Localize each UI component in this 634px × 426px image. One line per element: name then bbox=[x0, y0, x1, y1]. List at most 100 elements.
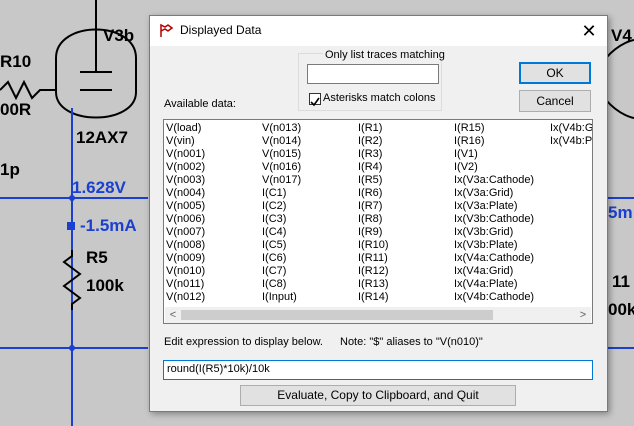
evaluate-button[interactable]: Evaluate, Copy to Clipboard, and Quit bbox=[240, 385, 516, 406]
tube-label-v3b: V3b bbox=[103, 26, 135, 45]
trace-item[interactable]: Ix(V3a:Cathode) bbox=[454, 174, 534, 187]
cancel-button[interactable]: Cancel bbox=[519, 90, 591, 112]
trace-item[interactable]: V(load) bbox=[166, 122, 205, 135]
trace-item[interactable]: I(Input) bbox=[262, 291, 301, 304]
trace-item[interactable]: V(n010) bbox=[166, 265, 205, 278]
trace-item[interactable]: V(n015) bbox=[262, 148, 301, 161]
trace-item[interactable]: V(n014) bbox=[262, 135, 301, 148]
traces-column-5: Ix(V4b:G Ix(V4b:Pl bbox=[550, 122, 592, 148]
capacitor-label: 1p bbox=[0, 160, 20, 179]
traces-column-1: V(load) V(vin) V(n001) V(n002) V(n003) V… bbox=[166, 122, 205, 304]
trace-item[interactable]: I(C4) bbox=[262, 226, 301, 239]
trace-item[interactable]: I(V1) bbox=[454, 148, 534, 161]
trace-item[interactable]: V(vin) bbox=[166, 135, 205, 148]
trace-item[interactable]: Ix(V3b:Cathode) bbox=[454, 213, 534, 226]
trace-item[interactable]: V(n013) bbox=[262, 122, 301, 135]
branch-current-label: -1.5mA bbox=[80, 216, 137, 235]
trace-item[interactable]: I(R14) bbox=[358, 291, 389, 304]
trace-item[interactable]: I(R5) bbox=[358, 174, 389, 187]
trace-item[interactable]: I(R9) bbox=[358, 226, 389, 239]
trace-item[interactable]: Ix(V4b:Pl bbox=[550, 135, 592, 148]
checkmark-icon bbox=[310, 97, 320, 107]
scroll-left-icon[interactable]: < bbox=[165, 307, 181, 323]
trace-item[interactable]: V(n009) bbox=[166, 252, 205, 265]
resistor-r10 bbox=[0, 79, 56, 101]
trace-item[interactable]: I(R4) bbox=[358, 161, 389, 174]
trace-item[interactable]: I(R12) bbox=[358, 265, 389, 278]
trace-item[interactable]: V(n017) bbox=[262, 174, 301, 187]
trace-item[interactable]: I(R1) bbox=[358, 122, 389, 135]
trace-item[interactable]: I(R10) bbox=[358, 239, 389, 252]
trace-item[interactable]: I(R15) bbox=[454, 122, 534, 135]
filter-input[interactable] bbox=[307, 64, 439, 84]
node-voltage-label: 1.628V bbox=[72, 178, 126, 197]
traces-list[interactable]: V(load) V(vin) V(n001) V(n002) V(n003) V… bbox=[163, 119, 593, 324]
right-resistor-value: 00k bbox=[608, 300, 634, 319]
trace-item[interactable]: I(R6) bbox=[358, 187, 389, 200]
trace-item[interactable]: Ix(V4a:Plate) bbox=[454, 278, 534, 291]
resistor-label-r5: R5 bbox=[86, 248, 108, 267]
tube-label-v4: V4 bbox=[611, 26, 632, 45]
traces-column-4: I(R15) I(R16) I(V1) I(V2) Ix(V3a:Cathode… bbox=[454, 122, 534, 304]
close-button[interactable]: ✕ bbox=[576, 20, 602, 42]
trace-item[interactable]: I(C1) bbox=[262, 187, 301, 200]
trace-item[interactable]: Ix(V4b:Cathode) bbox=[454, 291, 534, 304]
app-icon bbox=[160, 23, 174, 37]
asterisks-label: Asterisks match colons bbox=[323, 92, 436, 104]
dialog-titlebar[interactable]: Displayed Data ✕ bbox=[150, 16, 607, 46]
available-data-label: Available data: bbox=[164, 98, 236, 110]
horizontal-scrollbar[interactable]: < > bbox=[165, 307, 591, 323]
trace-item[interactable]: V(n003) bbox=[166, 174, 205, 187]
trace-item[interactable]: I(R16) bbox=[454, 135, 534, 148]
filter-group-label: Only list traces matching bbox=[323, 49, 447, 61]
trace-item[interactable]: I(C7) bbox=[262, 265, 301, 278]
trace-item[interactable]: I(R2) bbox=[358, 135, 389, 148]
asterisks-checkbox[interactable] bbox=[309, 93, 321, 107]
trace-item[interactable]: I(R13) bbox=[358, 278, 389, 291]
alias-note: Note: "$" aliases to "V(n010)" bbox=[340, 336, 483, 348]
trace-item[interactable]: I(C6) bbox=[262, 252, 301, 265]
trace-item[interactable]: I(R11) bbox=[358, 252, 389, 265]
right-current-label: 5m bbox=[608, 203, 633, 222]
trace-item[interactable]: V(n007) bbox=[166, 226, 205, 239]
trace-item[interactable]: V(n012) bbox=[166, 291, 205, 304]
scroll-right-icon[interactable]: > bbox=[575, 307, 591, 323]
ok-button[interactable]: OK bbox=[519, 62, 591, 84]
trace-item[interactable]: Ix(V3a:Plate) bbox=[454, 200, 534, 213]
trace-item[interactable]: Ix(V4a:Grid) bbox=[454, 265, 534, 278]
trace-item[interactable]: V(n002) bbox=[166, 161, 205, 174]
trace-item[interactable]: I(C3) bbox=[262, 213, 301, 226]
trace-item[interactable]: Ix(V3b:Plate) bbox=[454, 239, 534, 252]
trace-item[interactable]: Ix(V3b:Grid) bbox=[454, 226, 534, 239]
trace-item[interactable]: Ix(V4b:G bbox=[550, 122, 592, 135]
trace-item[interactable]: I(R8) bbox=[358, 213, 389, 226]
traces-column-2: V(n013) V(n014) V(n015) V(n016) V(n017) … bbox=[262, 122, 301, 304]
expression-input[interactable]: round(I(R5)*10k)/10k bbox=[163, 360, 593, 380]
trace-item[interactable]: Ix(V3a:Grid) bbox=[454, 187, 534, 200]
trace-item[interactable]: V(n001) bbox=[166, 148, 205, 161]
traces-column-3: I(R1) I(R2) I(R3) I(R4) I(R5) I(R6) I(R7… bbox=[358, 122, 389, 304]
trace-item[interactable]: V(n008) bbox=[166, 239, 205, 252]
trace-item[interactable]: V(n016) bbox=[262, 161, 301, 174]
trace-item[interactable]: I(C2) bbox=[262, 200, 301, 213]
scrollbar-thumb[interactable] bbox=[181, 310, 493, 320]
trace-item[interactable]: I(R3) bbox=[358, 148, 389, 161]
resistor-value-r10: 00R bbox=[0, 100, 32, 119]
tube-type-label: 12AX7 bbox=[76, 128, 128, 147]
trace-item[interactable]: V(n004) bbox=[166, 187, 205, 200]
trace-item[interactable]: I(C5) bbox=[262, 239, 301, 252]
edit-expression-label: Edit expression to display below. bbox=[164, 336, 323, 348]
trace-item[interactable]: V(n006) bbox=[166, 213, 205, 226]
trace-item[interactable]: V(n011) bbox=[166, 278, 205, 291]
trace-item[interactable]: I(C8) bbox=[262, 278, 301, 291]
trace-item[interactable]: Ix(V4a:Cathode) bbox=[454, 252, 534, 265]
displayed-data-dialog: Displayed Data ✕ Only list traces matchi… bbox=[149, 15, 608, 412]
resistor-label-r10: R10 bbox=[0, 52, 32, 71]
trace-item[interactable]: I(V2) bbox=[454, 161, 534, 174]
dialog-title: Displayed Data bbox=[180, 23, 262, 37]
trace-item[interactable]: V(n005) bbox=[166, 200, 205, 213]
tube-v4-envelope bbox=[605, 39, 634, 119]
right-resistor-label: 11 bbox=[612, 272, 630, 291]
resistor-value-r5: 100k bbox=[86, 276, 124, 295]
trace-item[interactable]: I(R7) bbox=[358, 200, 389, 213]
